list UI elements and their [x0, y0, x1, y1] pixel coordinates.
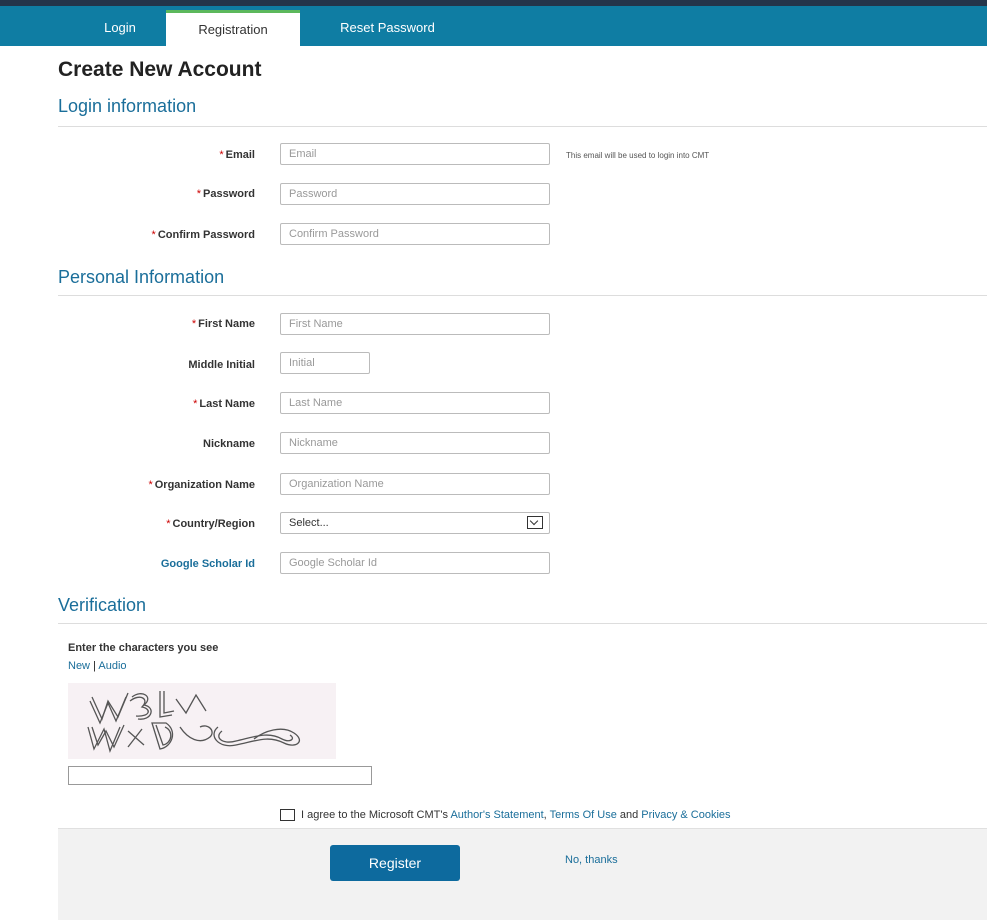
password-label: * Password: [196, 188, 255, 200]
captcha-audio-link[interactable]: Audio: [98, 660, 126, 672]
email-note: This email will be used to login into CM…: [566, 151, 710, 160]
captcha-input[interactable]: [68, 766, 372, 785]
organization-name-label: * Organization Name: [148, 479, 255, 491]
chevron-down-icon[interactable]: [527, 516, 543, 529]
nickname-label: Nickname: [203, 438, 255, 450]
password-field[interactable]: Password: [280, 183, 550, 205]
tab-registration[interactable]: Registration: [166, 10, 300, 46]
first-name-field[interactable]: First Name: [280, 313, 550, 335]
email-label: * Email: [219, 149, 255, 161]
agree-terms: I agree to the Microsoft CMT's Author's …: [280, 809, 731, 822]
captcha-glyphs-icon: [87, 691, 300, 753]
country-region-select[interactable]: Select...: [280, 512, 550, 534]
last-name-field[interactable]: Last Name: [280, 392, 550, 414]
divider: [58, 295, 987, 296]
first-name-label: * First Name: [191, 318, 255, 330]
divider: [58, 623, 987, 624]
section-verification: Verification: [58, 595, 147, 615]
agree-checkbox[interactable]: [280, 809, 295, 822]
captcha-image: [68, 683, 336, 759]
top-dark-strip: [0, 0, 987, 6]
captcha-link-separator: |: [93, 660, 96, 672]
confirm-password-label: * Confirm Password: [151, 229, 255, 241]
organization-name-field[interactable]: Organization Name: [280, 473, 550, 495]
section-login-information: Login information: [58, 96, 197, 116]
middle-initial-label: Middle Initial: [188, 359, 255, 371]
section-personal-information: Personal Information: [58, 267, 225, 287]
captcha-links: New | Audio: [68, 660, 127, 672]
last-name-label: * Last Name: [193, 398, 255, 410]
google-scholar-id-label[interactable]: Google Scholar Id: [55, 558, 255, 570]
divider: [58, 126, 987, 127]
middle-initial-field[interactable]: Initial: [280, 352, 370, 374]
google-scholar-id-field[interactable]: Google Scholar Id: [280, 552, 550, 574]
tab-reset-password[interactable]: Reset Password: [305, 10, 470, 46]
captcha-prompt: Enter the characters you see: [68, 642, 219, 654]
no-thanks-link[interactable]: No, thanks: [565, 854, 618, 866]
captcha-new-link[interactable]: New: [68, 660, 90, 672]
country-region-label: * Country/Region: [166, 518, 255, 530]
privacy-cookies-link[interactable]: Privacy & Cookies: [641, 809, 730, 821]
register-button[interactable]: Register: [330, 845, 460, 881]
footer-action-bar: [58, 828, 987, 920]
terms-of-use-link[interactable]: Terms Of Use: [550, 809, 617, 821]
page-title: Create New Account: [58, 58, 262, 81]
email-field[interactable]: Email: [280, 143, 550, 165]
required-marker: *: [219, 149, 224, 161]
country-region-value: Select...: [289, 517, 329, 529]
confirm-password-field[interactable]: Confirm Password: [280, 223, 550, 245]
authors-statement-link[interactable]: Author's Statement: [450, 809, 543, 821]
tab-login[interactable]: Login: [85, 10, 155, 46]
nickname-field[interactable]: Nickname: [280, 432, 550, 454]
top-navigation-bar: Login Registration Reset Password: [0, 0, 987, 46]
